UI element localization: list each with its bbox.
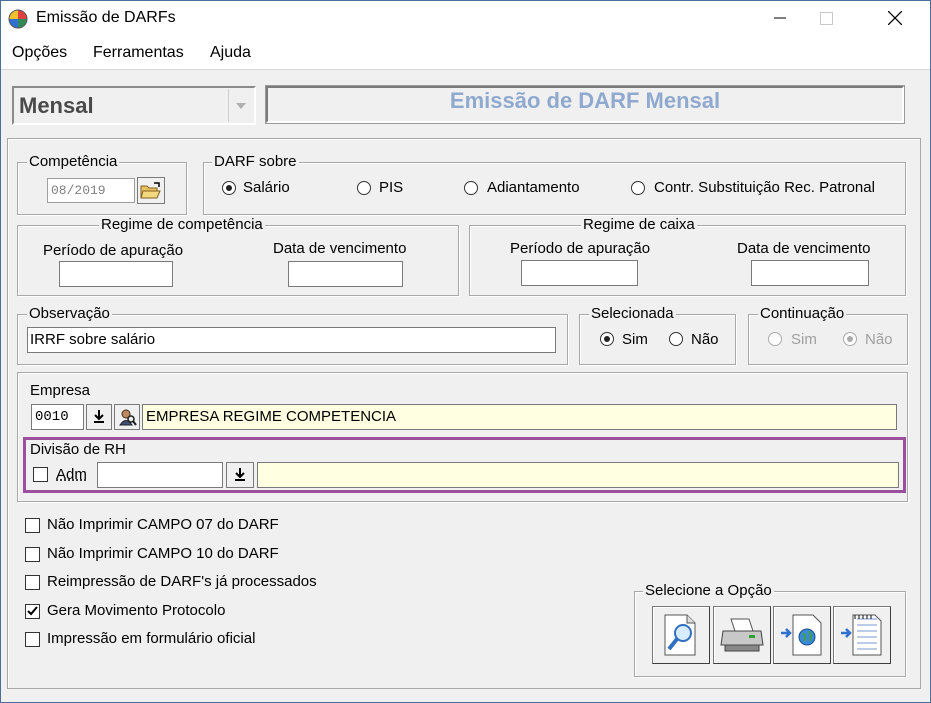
opt-formulario-oficial-checkbox[interactable]: [25, 632, 40, 647]
competencia-vencimento-label: Data de vencimento: [273, 240, 407, 257]
app-icon: [8, 9, 28, 29]
opt-nao-imprimir-campo07-checkbox[interactable]: [25, 518, 40, 533]
competencia-vencimento-field[interactable]: [288, 261, 403, 287]
opt-nao-imprimir-campo10-label: Não Imprimir CAMPO 10 do DARF: [47, 545, 279, 562]
radio-salario[interactable]: [222, 181, 236, 195]
preview-button[interactable]: [652, 606, 710, 664]
opt-nao-imprimir-campo07-label: Não Imprimir CAMPO 07 do DARF: [47, 516, 279, 533]
window-title: Emissão de DARFs: [36, 9, 176, 26]
person-search-icon: [119, 409, 137, 426]
darf-type-value: Mensal: [19, 93, 94, 118]
caixa-vencimento-field[interactable]: [751, 260, 869, 286]
regime-caixa-label: Regime de caixa: [581, 216, 697, 233]
selecionada-sim-radio[interactable]: [600, 332, 614, 346]
competencia-label: Competência: [27, 153, 120, 170]
continuacao-nao-radio: [843, 332, 857, 346]
export-web-icon: [781, 614, 822, 656]
caixa-periodo-label: Período de apuração: [510, 240, 651, 257]
opt-gera-movimento-label: Gera Movimento Protocolo: [47, 602, 226, 619]
darf-sobre-label: DARF sobre: [212, 153, 299, 170]
observacao-field[interactable]: IRRF sobre salário: [27, 327, 556, 353]
export-web-button[interactable]: [773, 606, 831, 664]
radio-contr-substituicao[interactable]: [631, 181, 645, 195]
folder-open-icon: [140, 181, 161, 198]
opt-reimpressao-label: Reimpressão de DARF's já processados: [47, 573, 317, 590]
maximize-button: [803, 1, 849, 35]
radio-pis-label: PIS: [379, 179, 404, 196]
caixa-vencimento-label: Data de vencimento: [737, 240, 871, 257]
radio-salario-label: Salário: [243, 179, 290, 196]
selecionada-nao-label: Não: [691, 331, 719, 348]
radio-adiantamento[interactable]: [464, 181, 478, 195]
minimize-icon: [774, 17, 786, 19]
caixa-periodo-field[interactable]: [521, 260, 638, 286]
darf-type-dropdown-button[interactable]: [228, 89, 253, 122]
empresa-label: Empresa: [30, 382, 91, 399]
competencia-periodo-field[interactable]: [59, 261, 173, 287]
continuacao-nao-label: Não: [865, 331, 893, 348]
observacao-label: Observação: [27, 305, 112, 322]
print-button[interactable]: [713, 606, 771, 664]
empresa-code-field[interactable]: 0010: [31, 404, 84, 430]
maximize-icon: [819, 11, 833, 25]
printer-icon: [720, 618, 764, 652]
empresa-search-button[interactable]: [114, 404, 140, 430]
close-button[interactable]: [872, 1, 918, 35]
continuacao-sim-radio: [768, 332, 782, 346]
competencia-open-button[interactable]: [137, 177, 165, 204]
export-file-icon: [841, 614, 882, 656]
preview-icon: [664, 614, 696, 656]
opt-gera-movimento-checkbox[interactable]: [25, 604, 40, 619]
menu-ajuda[interactable]: Ajuda: [210, 44, 251, 62]
selecionada-label: Selecionada: [589, 305, 676, 322]
selecione-label: Selecione a Opção: [643, 582, 774, 599]
menu-opcoes[interactable]: Opções: [12, 44, 67, 62]
selecionada-nao-radio[interactable]: [669, 332, 683, 346]
competencia-periodo-label: Período de apuração: [43, 242, 184, 259]
empresa-lookup-button[interactable]: [86, 404, 112, 430]
close-icon: [888, 11, 902, 25]
competencia-field[interactable]: 08/2019: [47, 178, 135, 203]
minimize-button[interactable]: [757, 1, 803, 35]
menu-ferramentas[interactable]: Ferramentas: [93, 44, 184, 62]
empresa-name-field: EMPRESA REGIME COMPETENCIA: [142, 404, 897, 430]
continuacao-sim-label: Sim: [791, 331, 817, 348]
opt-formulario-oficial-label: Impressão em formulário oficial: [47, 630, 256, 647]
export-file-button[interactable]: [833, 606, 891, 664]
checkmark-icon: [27, 606, 38, 616]
page-title: Emissão de DARF Mensal: [449, 88, 721, 113]
continuacao-label: Continuação: [758, 305, 847, 322]
download-arrow-icon: [94, 410, 104, 423]
radio-adiantamento-label: Adiantamento: [487, 179, 580, 196]
radio-contr-substituicao-label: Contr. Substituição Rec. Patronal: [654, 179, 875, 196]
opt-nao-imprimir-campo10-checkbox[interactable]: [25, 547, 40, 562]
divisao-highlight-frame: [23, 437, 906, 493]
opt-reimpressao-checkbox[interactable]: [25, 575, 40, 590]
regime-competencia-label: Regime de competência: [99, 216, 265, 233]
selecionada-sim-label: Sim: [622, 331, 648, 348]
chevron-down-icon: [236, 102, 246, 109]
radio-pis[interactable]: [357, 181, 371, 195]
